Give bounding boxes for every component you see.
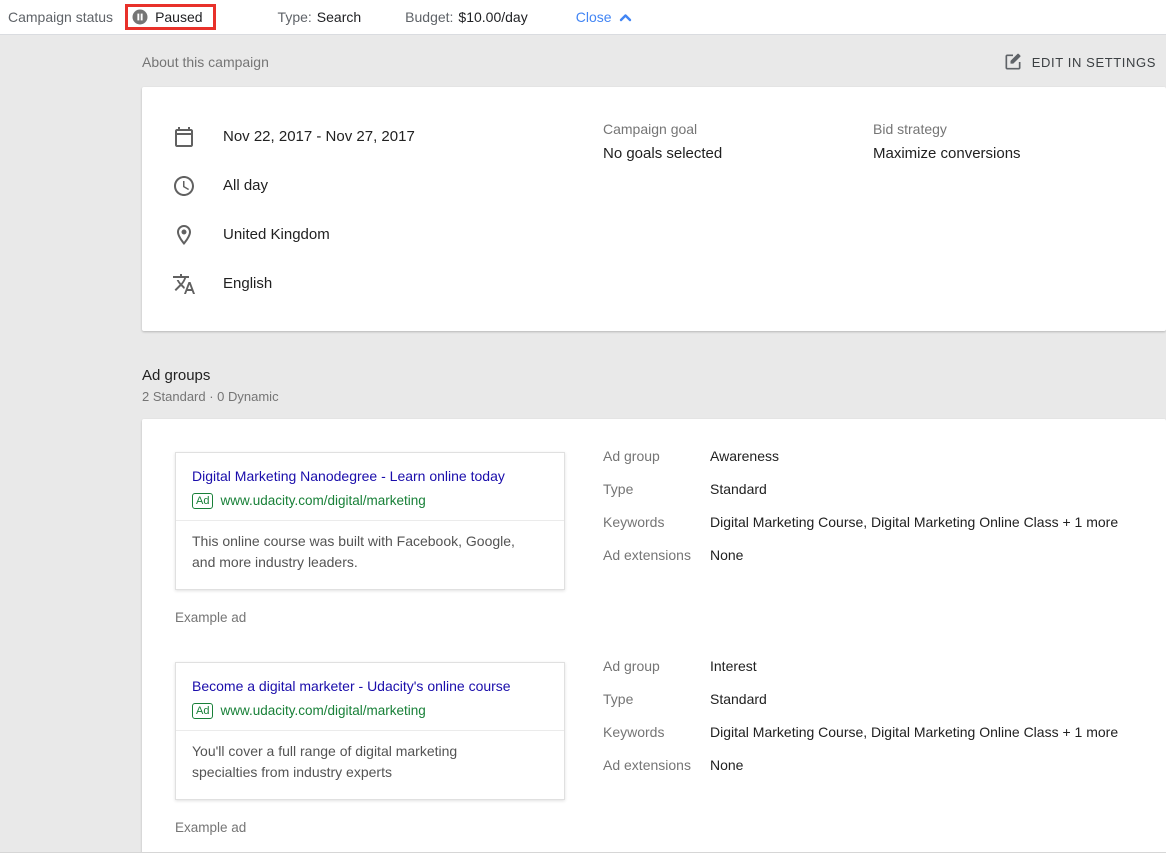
about-section-title: About this campaign <box>142 54 269 70</box>
date-range-value: Nov 22, 2017 - Nov 27, 2017 <box>223 128 415 145</box>
location-pin-icon <box>172 223 196 247</box>
edit-icon <box>1003 52 1023 72</box>
ad-url-row: Ad www.udacity.com/digital/marketing <box>192 493 548 509</box>
ad-extensions-label: Ad extensions <box>603 545 710 565</box>
ad-groups-subtitle: 2 Standard · 0 Dynamic <box>142 389 1166 404</box>
edit-in-settings-label: EDIT IN SETTINGS <box>1032 55 1156 70</box>
edit-in-settings-button[interactable]: EDIT IN SETTINGS <box>1003 52 1156 72</box>
ad-extensions-row: Ad extensions None <box>603 755 1126 775</box>
status-highlight-annotation: Paused <box>125 4 215 30</box>
ad-schedule-value: All day <box>223 177 268 194</box>
ad-badge: Ad <box>192 703 213 719</box>
example-ad-column: Become a digital marketer - Udacity's on… <box>175 662 565 835</box>
type-value: Standard <box>710 479 767 499</box>
ad-extensions-value: None <box>710 755 743 775</box>
ad-display-url: www.udacity.com/digital/marketing <box>220 493 425 508</box>
campaign-type: Type: Search <box>278 9 362 25</box>
campaign-status-label: Campaign status <box>8 9 113 25</box>
pause-icon <box>132 9 148 25</box>
about-campaign-card: Nov 22, 2017 - Nov 27, 2017 All day <box>142 87 1166 331</box>
keywords-row: Keywords Digital Marketing Course, Digit… <box>603 512 1126 532</box>
ad-badge: Ad <box>192 493 213 509</box>
example-ad-caption: Example ad <box>175 820 565 835</box>
about-section-header: About this campaign EDIT IN SETTINGS <box>142 52 1166 72</box>
chevron-up-icon <box>619 13 632 22</box>
ad-group-entry: Digital Marketing Nanodegree - Learn onl… <box>175 452 1126 625</box>
content-column: About this campaign EDIT IN SETTINGS <box>142 52 1166 852</box>
ad-group-name-row: Ad group Awareness <box>603 446 1126 466</box>
type-label: Type <box>603 479 710 499</box>
language-value: English <box>223 275 272 292</box>
campaign-budget: Budget: $10.00/day <box>405 9 528 25</box>
example-ad-card: Become a digital marketer - Udacity's on… <box>175 662 565 800</box>
ad-groups-card: Digital Marketing Nanodegree - Learn onl… <box>142 419 1166 852</box>
campaign-goal-block: Campaign goal No goals selected <box>603 121 722 162</box>
ad-group-type-row: Type Standard <box>603 689 1126 709</box>
bottom-edge-strip <box>0 852 1166 868</box>
keywords-row: Keywords Digital Marketing Course, Digit… <box>603 722 1126 742</box>
ad-card-divider <box>176 520 564 521</box>
ad-group-details: Ad group Awareness Type Standard Keyword… <box>603 446 1126 625</box>
close-label: Close <box>576 9 612 25</box>
location-value: United Kingdom <box>223 226 330 243</box>
close-panel-link[interactable]: Close <box>576 9 632 25</box>
ad-card-divider <box>176 730 564 731</box>
campaign-status-value: Paused <box>155 9 202 25</box>
bid-strategy-value: Maximize conversions <box>873 145 1021 162</box>
campaign-status-bar: Campaign status Paused Type: Search Budg… <box>0 0 1166 35</box>
example-ad-card: Digital Marketing Nanodegree - Learn onl… <box>175 452 565 590</box>
language-row: English <box>172 259 1166 308</box>
campaign-goal-label: Campaign goal <box>603 121 722 137</box>
budget-label: Budget: <box>405 9 453 25</box>
type-label: Type <box>603 689 710 709</box>
ad-title-link[interactable]: Become a digital marketer - Udacity's on… <box>192 676 548 698</box>
keywords-label: Keywords <box>603 722 710 742</box>
ad-description: You'll cover a full range of digital mar… <box>192 741 524 784</box>
keywords-label: Keywords <box>603 512 710 532</box>
ad-group-value: Awareness <box>710 446 779 466</box>
ad-display-url: www.udacity.com/digital/marketing <box>220 703 425 718</box>
ad-group-label: Ad group <box>603 446 710 466</box>
ad-extensions-label: Ad extensions <box>603 755 710 775</box>
ad-group-name-row: Ad group Interest <box>603 656 1126 676</box>
example-ad-column: Digital Marketing Nanodegree - Learn onl… <box>175 452 565 625</box>
ad-groups-header: Ad groups 2 Standard · 0 Dynamic <box>142 367 1166 404</box>
location-row: United Kingdom <box>172 210 1166 259</box>
budget-value: $10.00/day <box>458 9 527 25</box>
keywords-value: Digital Marketing Course, Digital Market… <box>710 512 1118 532</box>
ad-group-type-row: Type Standard <box>603 479 1126 499</box>
campaign-overview-screen: Campaign status Paused Type: Search Budg… <box>0 0 1166 868</box>
campaign-goal-value: No goals selected <box>603 145 722 162</box>
ad-group-value: Interest <box>710 656 757 676</box>
ad-extensions-value: None <box>710 545 743 565</box>
translate-icon <box>172 272 196 296</box>
type-label: Type: <box>278 9 312 25</box>
ad-group-details: Ad group Interest Type Standard Keywords… <box>603 656 1126 835</box>
ad-extensions-row: Ad extensions None <box>603 545 1126 565</box>
campaign-details-panel: About this campaign EDIT IN SETTINGS <box>0 36 1166 852</box>
bid-strategy-block: Bid strategy Maximize conversions <box>873 121 1021 162</box>
ad-group-label: Ad group <box>603 656 710 676</box>
ad-groups-title: Ad groups <box>142 367 1166 384</box>
ad-schedule-row: All day <box>172 161 1166 210</box>
campaign-status-badge[interactable]: Paused <box>132 9 202 25</box>
ad-description: This online course was built with Facebo… <box>192 531 524 574</box>
example-ad-caption: Example ad <box>175 610 565 625</box>
calendar-icon <box>172 125 196 149</box>
bid-strategy-label: Bid strategy <box>873 121 1021 137</box>
ad-url-row: Ad www.udacity.com/digital/marketing <box>192 703 548 719</box>
ad-group-entry: Become a digital marketer - Udacity's on… <box>175 662 1126 835</box>
ad-title-link[interactable]: Digital Marketing Nanodegree - Learn onl… <box>192 466 548 488</box>
keywords-value: Digital Marketing Course, Digital Market… <box>710 722 1118 742</box>
clock-icon <box>172 174 196 198</box>
type-value: Search <box>317 9 361 25</box>
type-value: Standard <box>710 689 767 709</box>
